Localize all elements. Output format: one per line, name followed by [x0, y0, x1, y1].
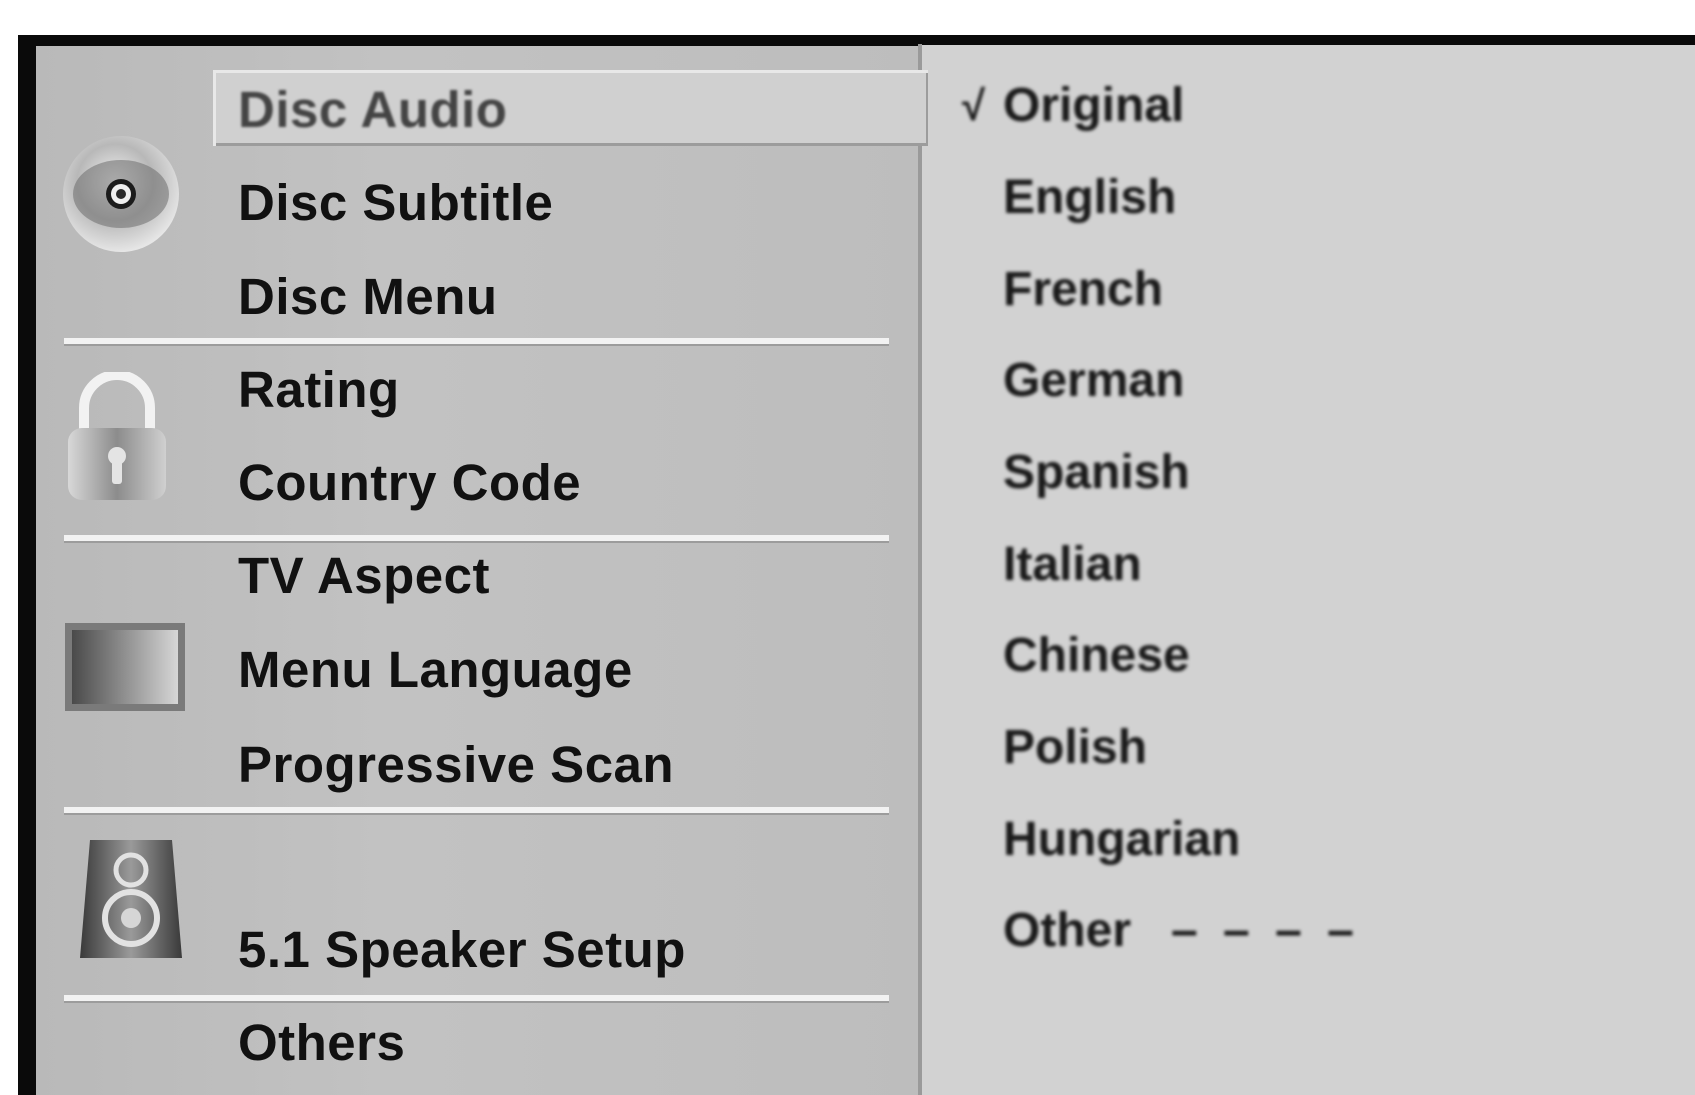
option-french[interactable]: French [1003, 262, 1163, 317]
option-other[interactable]: Other – – – – [1003, 903, 1360, 958]
option-german[interactable]: German [1003, 353, 1184, 408]
padlock-icon [64, 370, 170, 502]
speaker-icon [78, 840, 184, 958]
menu-item-tv-aspect[interactable]: TV Aspect [238, 546, 490, 605]
option-hungarian[interactable]: Hungarian [1003, 812, 1240, 867]
menu-separator [64, 995, 889, 1001]
menu-separator [64, 338, 889, 344]
menu-separator [64, 535, 889, 541]
menu-item-disc-audio[interactable]: Disc Audio [238, 80, 507, 139]
option-english[interactable]: English [1003, 170, 1176, 225]
menu-item-speaker-setup[interactable]: 5.1 Speaker Setup [238, 920, 686, 979]
menu-item-disc-subtitle[interactable]: Disc Subtitle [238, 173, 553, 232]
option-original[interactable]: Original [1003, 78, 1184, 133]
option-other-label: Other [1003, 904, 1132, 957]
menu-item-country-code[interactable]: Country Code [238, 453, 581, 512]
menu-item-disc-menu[interactable]: Disc Menu [238, 267, 498, 326]
option-chinese[interactable]: Chinese [1003, 628, 1190, 683]
menu-item-progressive-scan[interactable]: Progressive Scan [238, 735, 674, 794]
option-polish[interactable]: Polish [1003, 720, 1147, 775]
option-other-input: – – – – [1171, 904, 1360, 957]
checkmark-icon: √ [962, 82, 986, 129]
menu-item-menu-language[interactable]: Menu Language [238, 640, 633, 699]
menu-item-rating[interactable]: Rating [238, 360, 400, 419]
tv-screen-icon [64, 622, 186, 712]
menu-item-others[interactable]: Others [238, 1013, 405, 1072]
menu-separator [64, 807, 889, 813]
option-spanish[interactable]: Spanish [1003, 445, 1190, 500]
disc-icon [61, 134, 181, 254]
option-italian[interactable]: Italian [1003, 537, 1142, 592]
